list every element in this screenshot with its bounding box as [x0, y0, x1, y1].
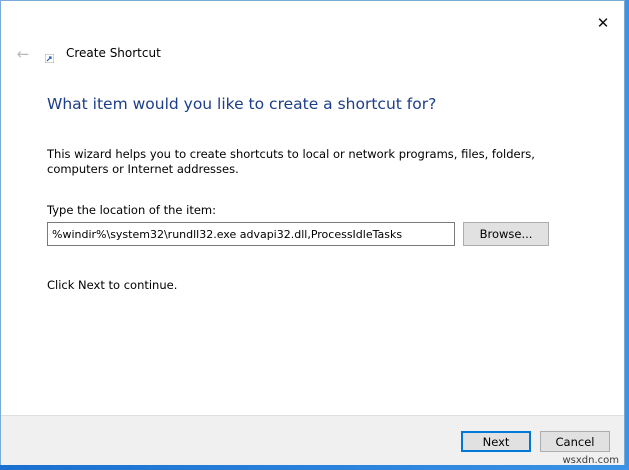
- continue-hint: Click Next to continue.: [47, 278, 178, 292]
- watermark-text: wsxdn.com: [562, 455, 619, 466]
- browse-button[interactable]: Browse...: [463, 222, 549, 246]
- wizard-footer: Next Cancel: [1, 415, 624, 465]
- shortcut-icon: [45, 54, 54, 63]
- back-button[interactable]: ←: [13, 45, 33, 63]
- cancel-button[interactable]: Cancel: [540, 431, 610, 452]
- close-icon: ✕: [596, 14, 610, 32]
- page-heading: What item would you like to create a sho…: [47, 95, 437, 113]
- wizard-description: This wizard helps you to create shortcut…: [47, 147, 535, 176]
- close-button[interactable]: ✕: [590, 11, 616, 35]
- back-arrow-icon: ←: [16, 45, 30, 63]
- window-title: Create Shortcut: [66, 46, 161, 60]
- next-button[interactable]: Next: [461, 431, 531, 452]
- location-label: Type the location of the item:: [47, 203, 217, 217]
- create-shortcut-window: ✕ ← Create Shortcut What item would you …: [0, 0, 625, 465]
- title-bar: ✕: [1, 1, 624, 41]
- location-input[interactable]: [47, 222, 455, 246]
